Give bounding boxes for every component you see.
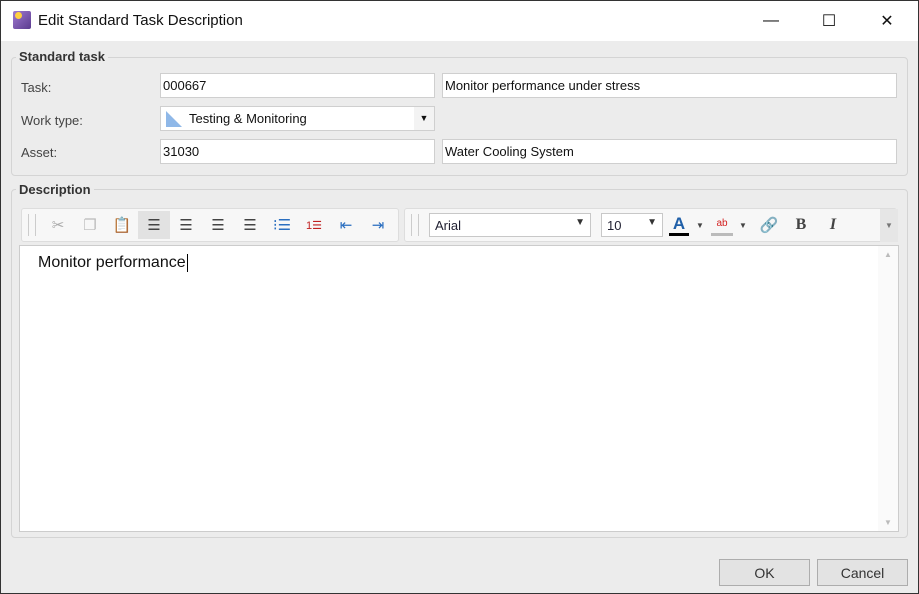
minimize-button[interactable]: — bbox=[742, 1, 800, 41]
italic-icon[interactable]: I bbox=[817, 211, 849, 239]
scroll-up-icon[interactable]: ▲ bbox=[878, 250, 898, 259]
dialog-window: Edit Standard Task Description — ☐ ✕ Sta… bbox=[0, 0, 919, 594]
outdent-icon[interactable]: ⇤ bbox=[330, 211, 362, 239]
chevron-down-icon[interactable]: ▼ bbox=[733, 211, 753, 239]
maximize-button[interactable]: ☐ bbox=[800, 1, 858, 41]
asset-description-field[interactable]: Water Cooling System bbox=[442, 139, 897, 164]
bold-icon[interactable]: B bbox=[785, 211, 817, 239]
work-type-value: Testing & Monitoring bbox=[189, 111, 307, 126]
description-editor[interactable]: Monitor performance ▲ ▼ bbox=[19, 245, 899, 532]
chevron-down-icon[interactable]: ▼ bbox=[689, 211, 711, 239]
paste-icon[interactable]: 📋 bbox=[106, 211, 138, 239]
standard-task-legend: Standard task bbox=[16, 49, 108, 64]
title-bar: Edit Standard Task Description — ☐ ✕ bbox=[1, 1, 918, 41]
close-button[interactable]: ✕ bbox=[858, 1, 916, 41]
font-color-icon[interactable]: A bbox=[669, 214, 689, 236]
description-legend: Description bbox=[16, 182, 94, 197]
toolbar-grip[interactable] bbox=[28, 214, 36, 236]
task-code-field[interactable]: 000667 bbox=[160, 73, 435, 98]
window-title: Edit Standard Task Description bbox=[38, 12, 243, 29]
numbered-list-icon[interactable]: 1☰ bbox=[298, 211, 330, 239]
formatting-toolbar: Arial ▼ 10 ▼ A ▼ ab ▼ 🔗 B I bbox=[404, 208, 897, 242]
toolbar-grip[interactable] bbox=[411, 214, 419, 236]
align-right-icon[interactable]: ☰ bbox=[202, 211, 234, 239]
align-left-icon[interactable]: ☰ bbox=[138, 211, 170, 239]
asset-label: Asset: bbox=[21, 145, 58, 160]
scroll-down-icon[interactable]: ▼ bbox=[878, 518, 898, 527]
app-icon bbox=[13, 11, 31, 29]
toolbar-overflow-button[interactable]: ▼ bbox=[880, 209, 898, 242]
indent-icon[interactable]: ⇥ bbox=[362, 211, 394, 239]
font-select[interactable]: Arial ▼ bbox=[429, 213, 591, 237]
description-text: Monitor performance bbox=[38, 254, 188, 272]
editing-toolbar: ✂ ❐ 📋 ☰ ☰ ☰ ☰ ⁝☰ 1☰ ⇤ ⇥ bbox=[21, 208, 399, 242]
justify-icon[interactable]: ☰ bbox=[234, 211, 266, 239]
highlight-icon[interactable]: ab bbox=[711, 214, 733, 236]
work-type-combo[interactable]: Testing & Monitoring ▼ bbox=[160, 106, 435, 131]
align-center-icon[interactable]: ☰ bbox=[170, 211, 202, 239]
bullet-list-icon[interactable]: ⁝☰ bbox=[266, 211, 298, 239]
font-size-value: 10 bbox=[607, 218, 622, 233]
font-size-select[interactable]: 10 ▼ bbox=[601, 213, 663, 237]
chevron-down-icon: ▼ bbox=[647, 217, 657, 228]
chevron-down-icon: ▼ bbox=[575, 217, 585, 228]
link-icon[interactable]: 🔗 bbox=[753, 211, 785, 239]
vertical-scrollbar[interactable]: ▲ ▼ bbox=[878, 246, 898, 531]
chevron-down-icon: ▼ bbox=[414, 107, 434, 130]
work-type-label: Work type: bbox=[21, 113, 83, 128]
task-description-field[interactable]: Monitor performance under stress bbox=[442, 73, 897, 98]
copy-icon[interactable]: ❐ bbox=[74, 211, 106, 239]
cut-icon[interactable]: ✂ bbox=[42, 211, 74, 239]
font-value: Arial bbox=[435, 218, 462, 233]
asset-code-field[interactable]: 31030 bbox=[160, 139, 435, 164]
ok-button[interactable]: OK bbox=[719, 559, 810, 586]
set-square-icon bbox=[166, 111, 182, 127]
cancel-button[interactable]: Cancel bbox=[817, 559, 908, 586]
task-label: Task: bbox=[21, 80, 52, 95]
